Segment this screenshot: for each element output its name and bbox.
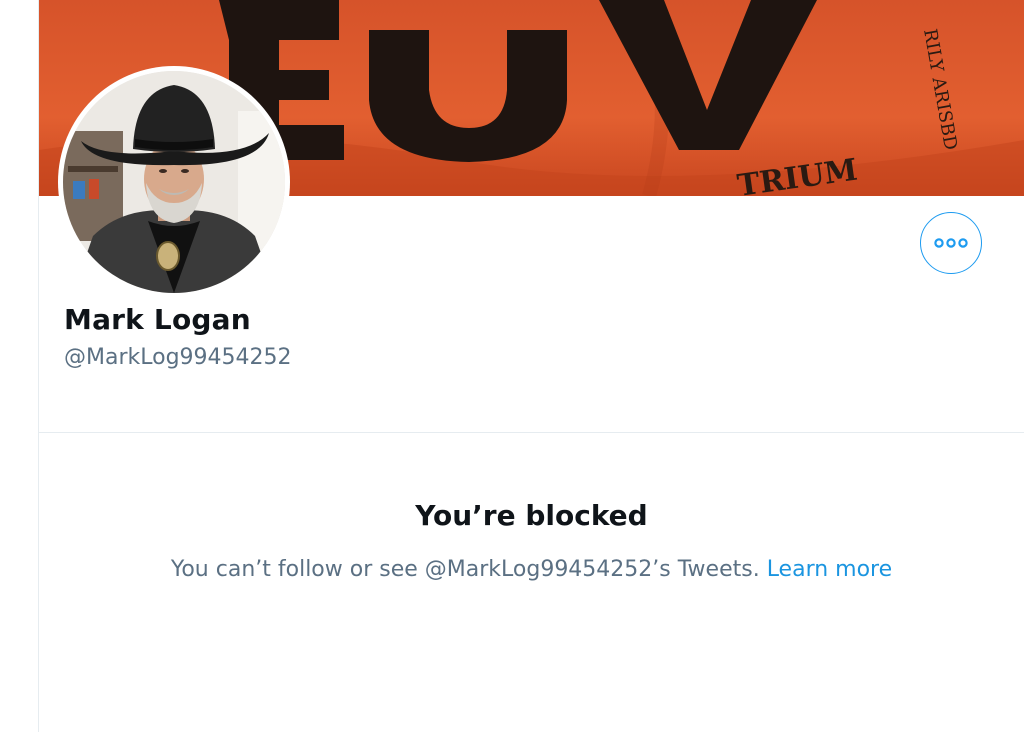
more-options-button[interactable] bbox=[920, 212, 982, 274]
learn-more-link[interactable]: Learn more bbox=[767, 557, 892, 582]
profile-page: RILY ARISBD TRIUM Mark Logan @MarkLog994… bbox=[0, 0, 1024, 732]
avatar-photo bbox=[63, 71, 285, 293]
blocked-title: You’re blocked bbox=[415, 499, 648, 532]
profile-column: RILY ARISBD TRIUM Mark Logan @MarkLog994… bbox=[39, 0, 1024, 732]
section-divider bbox=[39, 432, 1024, 433]
more-horizontal-icon bbox=[934, 238, 968, 248]
profile-display-name: Mark Logan bbox=[64, 303, 251, 336]
profile-handle: @MarkLog99454252 bbox=[64, 345, 292, 370]
avatar-portrait-graphic bbox=[63, 71, 285, 293]
blocked-message: You can’t follow or see @MarkLog99454252… bbox=[39, 557, 1024, 582]
blocked-message-text: You can’t follow or see @MarkLog99454252… bbox=[170, 557, 760, 582]
profile-avatar[interactable] bbox=[58, 66, 290, 298]
left-sidebar-gutter bbox=[0, 0, 39, 732]
